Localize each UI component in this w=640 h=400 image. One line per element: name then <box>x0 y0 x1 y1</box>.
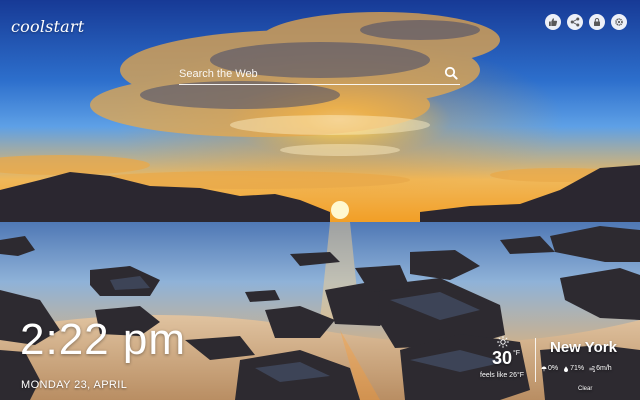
gear-icon <box>615 18 623 26</box>
search-input[interactable] <box>179 65 437 83</box>
weather-precipitation-value: 0% <box>548 365 559 372</box>
privacy-button[interactable] <box>589 14 605 30</box>
weather-wind: 6m/h <box>589 365 612 372</box>
lock-icon <box>594 18 600 26</box>
weather-city[interactable]: New York <box>550 339 617 356</box>
weather-temperature: 30 <box>492 348 513 368</box>
weather-humidity-value: 71% <box>570 365 585 372</box>
settings-button[interactable] <box>611 14 627 30</box>
clock-date: MONDAY 23, APRIL <box>21 379 128 391</box>
droplet-icon <box>564 365 569 372</box>
thumbs-up-icon <box>549 18 558 26</box>
clock-time: 2:22 pm <box>20 315 186 364</box>
weather-unit: °F <box>513 350 521 357</box>
sun-icon <box>497 336 509 348</box>
wind-icon <box>589 365 596 372</box>
like-button[interactable] <box>545 14 561 30</box>
search-icon[interactable] <box>444 66 458 80</box>
weather-humidity: 71% <box>563 365 584 372</box>
weather-stats: 0% 71% 6m/h <box>541 365 612 372</box>
search-bar <box>179 63 460 85</box>
umbrella-icon <box>541 366 547 371</box>
weather-wind-value: 6m/h <box>596 365 612 372</box>
app-logo[interactable]: coolstart <box>11 17 84 36</box>
weather-condition: Clear <box>578 386 593 392</box>
weather-precipitation: 0% <box>541 365 558 372</box>
weather-feels-like: feels like 26°F <box>480 372 525 379</box>
share-button[interactable] <box>567 14 583 30</box>
weather-divider <box>535 338 536 382</box>
top-toolbar <box>545 14 627 30</box>
share-icon <box>570 17 580 27</box>
weather-widget[interactable]: 30 °F feels like 26°F New York 0% 71% 6m… <box>478 336 640 400</box>
new-tab-page: coolstart Search the Web 2:22 pm MONDAY … <box>0 0 640 400</box>
